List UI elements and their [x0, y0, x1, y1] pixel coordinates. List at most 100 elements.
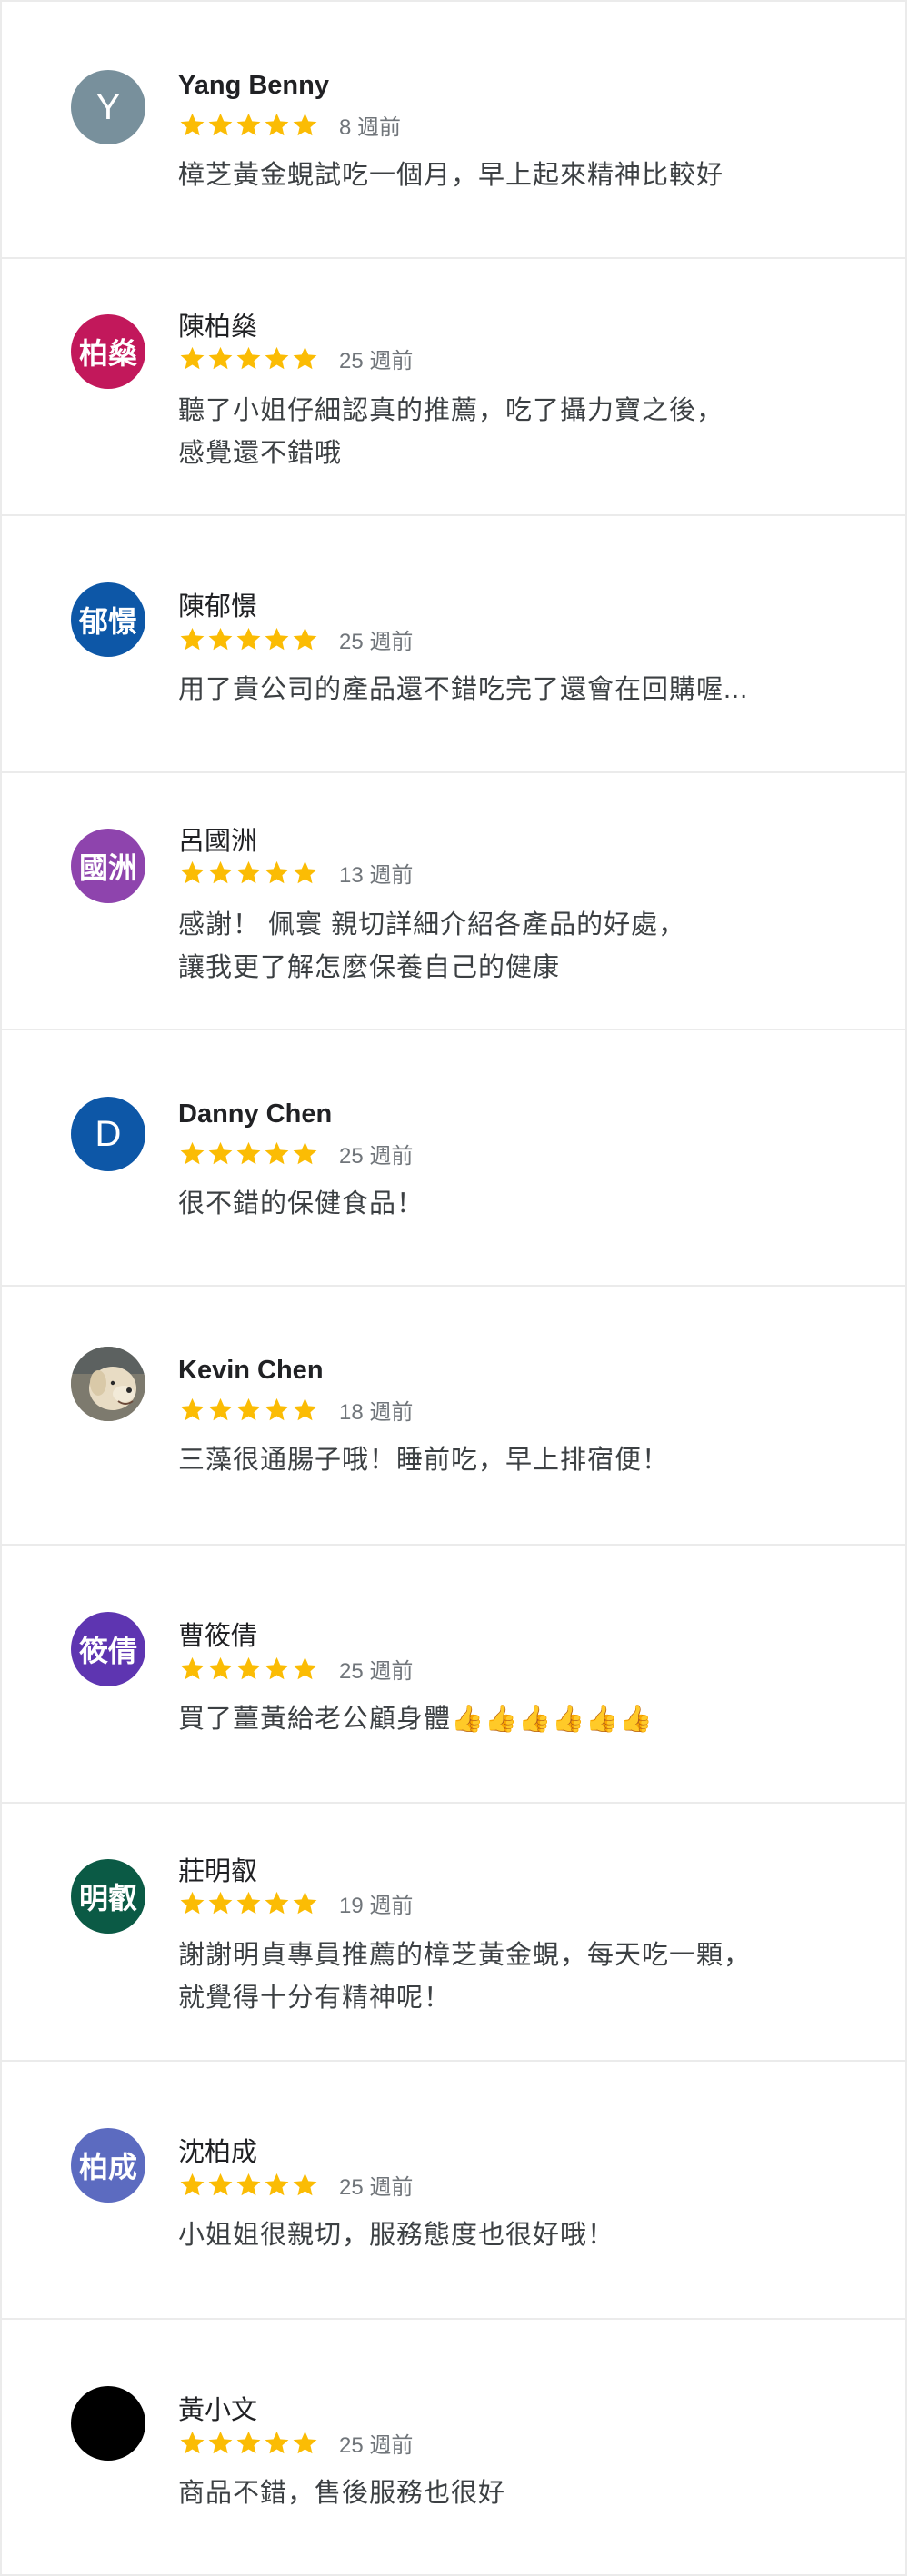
reviewer-name[interactable]: 曹筱倩: [178, 1615, 257, 1653]
review-time: 8 週前: [339, 114, 402, 140]
review-card: 柏成 沈柏成 25 週前 小姐姐很親切，服務態度也很好哦！: [0, 2062, 907, 2320]
review-time: 18 週前: [339, 1399, 414, 1425]
review-meta: 25 週前: [178, 343, 413, 373]
star-icon: [235, 2171, 263, 2199]
star-rating: [178, 1889, 319, 1917]
reviewer-avatar[interactable]: Y: [71, 70, 145, 144]
review-meta: 19 週前: [178, 1887, 413, 1918]
star-icon: [263, 2171, 291, 2199]
star-icon: [263, 1655, 291, 1683]
star-icon: [291, 625, 319, 653]
review-card: D Danny Chen 25 週前 很不錯的保健食品！: [0, 1030, 907, 1287]
star-icon: [291, 111, 319, 139]
review-text: 很不錯的保健食品！: [178, 1189, 425, 1218]
star-icon: [178, 1655, 206, 1683]
star-icon: [178, 344, 206, 373]
star-icon: [291, 1889, 319, 1917]
reviewer-avatar[interactable]: 郁憬: [71, 582, 145, 657]
reviewer-name[interactable]: 沈柏成: [178, 2131, 257, 2169]
review-card: Kevin Chen 18 週前 三藻很通腸子哦！睡前吃，早上排宿便！: [0, 1287, 907, 1546]
review-text: 小姐姐很親切，服務態度也很好哦！: [178, 2221, 615, 2250]
star-icon: [235, 1139, 263, 1168]
star-icon: [291, 859, 319, 887]
review-card: 明叡 莊明叡 19 週前 謝謝明貞專員推薦的樟芝黃金蜆，每天吃一顆， 就覺得十分…: [0, 1804, 907, 2062]
star-icon: [235, 859, 263, 887]
reviewer-name[interactable]: 莊明叡: [178, 1850, 257, 1888]
star-icon: [206, 625, 235, 653]
reviewer-avatar[interactable]: D: [71, 1097, 145, 1171]
star-icon: [206, 111, 235, 139]
star-icon: [206, 2171, 235, 2199]
star-icon: [291, 344, 319, 373]
star-icon: [291, 2171, 319, 2199]
star-icon: [263, 1396, 291, 1424]
review-text: 感謝！ 佩寰 親切詳細介紹各產品的好處， 讓我更了解怎麼保養自己的健康: [178, 910, 686, 982]
star-rating: [178, 1655, 319, 1683]
review-text: 謝謝明貞專員推薦的樟芝黃金蜆，每天吃一顆， 就覺得十分有精神呢！: [178, 1941, 752, 2013]
star-icon: [206, 1655, 235, 1683]
star-icon: [178, 111, 206, 139]
reviewer-avatar[interactable]: 明叡: [71, 1859, 145, 1934]
reviewer-name[interactable]: 陳柏燊: [178, 305, 257, 343]
star-icon: [206, 1889, 235, 1917]
review-time: 19 週前: [339, 1893, 414, 1918]
reviewer-name[interactable]: 呂國洲: [178, 820, 257, 858]
review-time: 25 週前: [339, 348, 414, 373]
star-rating: [178, 1139, 319, 1168]
reviewer-avatar[interactable]: 柏成: [71, 2128, 145, 2203]
star-icon: [178, 2171, 206, 2199]
reviewer-name[interactable]: Danny Chen: [178, 1099, 332, 1129]
review-meta: 25 週前: [178, 1653, 413, 1684]
review-text: 用了貴公司的產品還不錯吃完了還會在回購喔...: [178, 675, 749, 704]
star-icon: [263, 2429, 291, 2457]
star-icon: [263, 111, 291, 139]
star-rating: [178, 1396, 319, 1424]
review-time: 25 週前: [339, 629, 414, 654]
star-icon: [178, 859, 206, 887]
star-icon: [178, 1396, 206, 1424]
review-card: Y Yang Benny 8 週前 樟芝黃金蜆試吃一個月，早上起來精神比較好: [0, 0, 907, 259]
review-list: Y Yang Benny 8 週前 樟芝黃金蜆試吃一個月，早上起來精神比較好 柏…: [0, 0, 909, 2576]
reviewer-avatar[interactable]: 柏燊: [71, 314, 145, 389]
review-card: 筱倩 曹筱倩 25 週前 買了薑黃給老公顧身體👍👍👍👍👍👍: [0, 1546, 907, 1804]
reviewer-avatar[interactable]: 筱倩: [71, 1612, 145, 1686]
star-icon: [235, 2429, 263, 2457]
star-icon: [206, 344, 235, 373]
star-rating: [178, 2171, 319, 2199]
review-meta: 25 週前: [178, 2169, 413, 2200]
review-meta: 25 週前: [178, 1138, 413, 1169]
reviewer-name[interactable]: Yang Benny: [178, 71, 329, 101]
star-icon: [263, 1139, 291, 1168]
star-rating: [178, 111, 319, 139]
review-meta: 8 週前: [178, 109, 401, 140]
star-icon: [291, 2429, 319, 2457]
review-time: 13 週前: [339, 862, 414, 888]
review-text: 聽了小姐仔細認真的推薦，吃了攝力寶之後， 感覺還不錯哦: [178, 396, 724, 468]
star-icon: [178, 1139, 206, 1168]
reviewer-avatar[interactable]: [71, 2386, 145, 2461]
star-rating: [178, 859, 319, 887]
star-icon: [263, 625, 291, 653]
star-rating: [178, 2429, 319, 2457]
star-icon: [235, 344, 263, 373]
review-time: 25 週前: [339, 1143, 414, 1169]
star-icon: [178, 2429, 206, 2457]
reviewer-name[interactable]: 陳郁憬: [178, 585, 257, 623]
star-icon: [263, 344, 291, 373]
reviewer-name[interactable]: 黃小文: [178, 2389, 257, 2427]
reviewer-avatar[interactable]: 國洲: [71, 829, 145, 903]
star-icon: [178, 1889, 206, 1917]
star-icon: [235, 1889, 263, 1917]
star-icon: [206, 1396, 235, 1424]
star-icon: [206, 2429, 235, 2457]
review-meta: 25 週前: [178, 623, 413, 654]
reviewer-name[interactable]: Kevin Chen: [178, 1356, 324, 1386]
star-icon: [235, 111, 263, 139]
review-meta: 13 週前: [178, 857, 413, 888]
review-meta: 25 週前: [178, 2427, 413, 2458]
review-meta: 18 週前: [178, 1394, 413, 1425]
reviewer-avatar-photo[interactable]: [71, 1347, 145, 1421]
review-card: 國洲 呂國洲 13 週前 感謝！ 佩寰 親切詳細介紹各產品的好處， 讓我更了解怎…: [0, 773, 907, 1030]
review-text: 三藻很通腸子哦！睡前吃，早上排宿便！: [178, 1446, 670, 1475]
review-text: 買了薑黃給老公顧身體👍👍👍👍👍👍: [178, 1705, 654, 1734]
